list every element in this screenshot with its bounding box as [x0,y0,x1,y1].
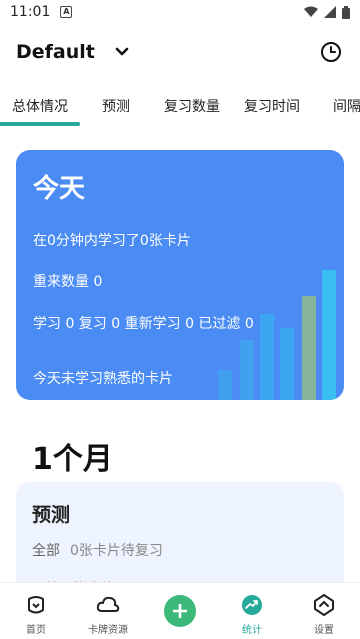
cloud-icon [96,593,120,617]
nav-shared-decks-label: 卡牌资源 [88,625,128,636]
wifi-icon [304,6,318,17]
tab-overview[interactable]: 总体情况 [12,96,68,116]
tab-forecast[interactable]: 预测 [102,96,130,116]
battery-icon [342,5,350,19]
app-bar: Default [0,30,360,74]
deck-selector-label[interactable]: Default [16,41,95,63]
bottom-nav: 首页 卡牌资源 统计 设置 [0,582,360,639]
nav-home[interactable]: 首页 [0,583,72,639]
add-icon[interactable] [164,595,196,627]
nav-shared-decks[interactable]: 卡牌资源 [72,583,144,639]
today-title: 今天 [33,174,86,204]
nav-settings[interactable]: 设置 [288,583,360,639]
tab-intervals[interactable]: 间隔 [333,96,360,116]
tab-review-count[interactable]: 复习数量 [164,96,220,116]
today-unfamiliar-text: 今天未学习熟悉的卡片 [33,371,173,387]
nav-add[interactable] [144,583,216,639]
status-time: 11:01 [10,4,51,20]
settings-icon [312,593,336,617]
nav-settings-label: 设置 [314,625,334,636]
history-button[interactable] [318,39,344,65]
today-studied-text: 在0分钟内学习了0张卡片 [33,233,191,249]
home-icon [24,593,48,617]
signal-icon [324,6,336,18]
tab-indicator [0,122,80,126]
notification-icon: A [60,6,73,18]
status-bar: 11:01 A [0,0,360,24]
stats-content[interactable]: 今天 在0分钟内学习了0张卡片 重来数量 0 学习 0 复习 0 重新学习 0 … [0,136,360,612]
clock-icon [321,42,341,62]
forecast-row: 全部 0张卡片待复习 [32,540,163,560]
stats-icon [240,593,264,617]
today-relearn-text: 重来数量 0 [33,274,103,290]
nav-stats[interactable]: 统计 [216,583,288,639]
tab-review-time[interactable]: 复习时间 [244,96,300,116]
today-card: 今天 在0分钟内学习了0张卡片 重来数量 0 学习 0 复习 0 重新学习 0 … [16,150,344,400]
nav-home-label: 首页 [26,625,46,636]
chevron-down-icon[interactable] [115,47,129,57]
today-breakdown-text: 学习 0 复习 0 重新学习 0 已过滤 0 [33,316,254,332]
forecast-title: 预测 [32,504,71,526]
section-title-month: 1个月 [32,442,113,477]
forecast-row-value: 0张卡片待复习 [70,543,163,559]
nav-stats-label: 统计 [242,625,262,636]
forecast-row-label: 全部 [32,543,60,559]
status-icons [304,5,350,19]
